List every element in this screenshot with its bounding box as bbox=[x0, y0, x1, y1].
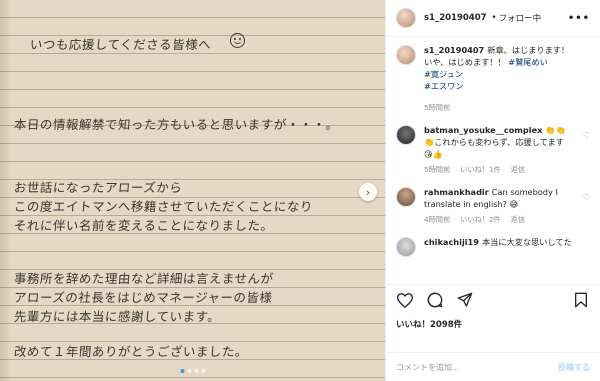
comment-text: 😘👍 bbox=[424, 148, 443, 159]
comment-body: rahmankhadir Can somebody I translate in … bbox=[424, 187, 590, 225]
share-icon[interactable] bbox=[456, 291, 474, 309]
comment-item: chikachiji19 本当に大変な思いしてた bbox=[396, 237, 590, 258]
hashtag-link[interactable]: #エスワン bbox=[424, 81, 464, 91]
timestamp: 4時間前 bbox=[424, 214, 451, 224]
comment-text: 👏👏 bbox=[545, 125, 566, 135]
post-sidebar: s1_20190407 • フォロー中 ••• s1_20190407 新章、はじ… bbox=[385, 0, 600, 381]
caption-meta: 5時間前 bbox=[424, 103, 580, 113]
comment-meta: 4時間前 いいね！2件 返信 bbox=[424, 215, 580, 225]
hashtag-link[interactable]: #鷲尾めい bbox=[508, 57, 548, 67]
heart-icon[interactable]: ♡ bbox=[583, 193, 590, 202]
header-separator: • bbox=[491, 13, 497, 23]
reply-button[interactable]: 返信 bbox=[511, 165, 525, 175]
instagram-post-modal: いつも応援してくださる皆様へ 本日の情報解禁で知った方もいると思いますが・・・。… bbox=[0, 0, 600, 381]
letter-line-1: いつも応援してくださる皆様へ bbox=[29, 37, 212, 52]
more-options-icon[interactable]: ••• bbox=[568, 13, 590, 24]
letter-line-9: 改めて１年間ありがとうございました。 bbox=[13, 344, 249, 359]
letter-line-3: お世話になったアローズから bbox=[13, 180, 183, 195]
comment-text: Can somebody I bbox=[491, 187, 558, 198]
heart-icon[interactable] bbox=[396, 291, 414, 309]
carousel-dots bbox=[180, 369, 205, 373]
avatar[interactable] bbox=[396, 187, 416, 208]
caption: s1_20190407 新章、はじまります！ いや、はじめます！！ #鷲尾めい #… bbox=[396, 45, 590, 113]
caption-username[interactable]: s1_20190407 bbox=[424, 45, 484, 55]
letter-line-4: この度エイトマンへ移籍させていただくことになり bbox=[13, 199, 314, 214]
comment-username[interactable]: rahmankhadir bbox=[424, 187, 489, 197]
letter-line-2: 本日の情報解禁で知った方もいると思いますが・・・。 bbox=[13, 117, 340, 132]
caption-body: s1_20190407 新章、はじまります！ いや、はじめます！！ #鷲尾めい #… bbox=[424, 45, 590, 113]
comments-list[interactable]: s1_20190407 新章、はじまります！ いや、はじめます！！ #鷲尾めい #… bbox=[386, 37, 600, 275]
comment-input[interactable]: コメントを追加... bbox=[396, 362, 460, 373]
comment-text: translate in english? 😅 bbox=[424, 199, 519, 209]
reply-button[interactable]: 返信 bbox=[511, 215, 525, 225]
comment-likes[interactable]: いいね！2件 bbox=[460, 215, 501, 225]
follow-status-button[interactable]: フォロー中 bbox=[499, 12, 542, 24]
timestamp: 5時間前 bbox=[424, 102, 451, 112]
avatar[interactable] bbox=[396, 8, 416, 28]
next-slide-button[interactable]: › bbox=[359, 183, 377, 201]
comment-body: batman_yosuke__complex 👏👏 👏これからも変わらず、応援して… bbox=[424, 125, 590, 175]
caption-text-1: 新章、はじまります！ bbox=[487, 45, 570, 55]
hashtag-link[interactable]: #寛ジュン bbox=[424, 69, 463, 79]
carousel-dot bbox=[201, 369, 205, 373]
add-comment-bar: コメントを追加... 投稿する bbox=[386, 352, 600, 381]
comment-item: batman_yosuke__complex 👏👏 👏これからも変わらず、応援して… bbox=[396, 125, 590, 175]
post-photo[interactable]: いつも応援してくださる皆様へ 本日の情報解禁で知った方もいると思いますが・・・。… bbox=[0, 0, 385, 381]
caption-text-2: いや、はじめます！！ bbox=[424, 56, 506, 67]
letter-line-7: アローズの社長をはじめマネージャーの皆様 bbox=[13, 290, 273, 305]
smiley-doodle bbox=[230, 33, 245, 48]
carousel-dot bbox=[180, 369, 184, 373]
comment-likes[interactable]: いいね！1件 bbox=[460, 165, 501, 175]
chevron-right-icon: › bbox=[365, 185, 371, 199]
header-username[interactable]: s1_20190407 bbox=[424, 13, 487, 23]
timestamp: 5時間前 bbox=[424, 164, 451, 174]
comment-icon[interactable] bbox=[426, 291, 444, 309]
comment-body: chikachiji19 本当に大変な思いしてた bbox=[424, 237, 590, 257]
bookmark-icon[interactable] bbox=[572, 291, 590, 309]
post-header: s1_20190407 • フォロー中 ••• bbox=[386, 0, 600, 37]
comment-meta: 5時間前 いいね！1件 返信 bbox=[424, 165, 580, 175]
letter-line-5: それに伴い名前を変えることになりました。 bbox=[13, 218, 275, 233]
action-bar bbox=[386, 284, 600, 315]
comment-username[interactable]: batman_yosuke__complex bbox=[424, 125, 542, 135]
avatar[interactable] bbox=[396, 125, 416, 145]
heart-icon[interactable]: ♡ bbox=[583, 131, 590, 140]
comment-text: 本当に大変な思いしてた bbox=[481, 237, 572, 248]
comment-item: rahmankhadir Can somebody I translate in … bbox=[396, 187, 590, 225]
letter-line-8: 先輩方には本当に感謝しています。 bbox=[13, 309, 221, 324]
comment-username[interactable]: chikachiji19 bbox=[424, 237, 479, 247]
avatar[interactable] bbox=[396, 237, 416, 258]
carousel-dot bbox=[194, 369, 198, 373]
avatar[interactable] bbox=[396, 45, 416, 65]
post-comment-button[interactable]: 投稿する bbox=[558, 362, 590, 373]
comment-text: 👏これからも変わらず、応援してます bbox=[424, 136, 564, 147]
likes-count[interactable]: いいね！2098件 bbox=[396, 318, 462, 330]
carousel-dot bbox=[187, 369, 191, 373]
letter-line-6: 事務所を辞めた理由など詳細は言えませんが bbox=[13, 271, 275, 286]
